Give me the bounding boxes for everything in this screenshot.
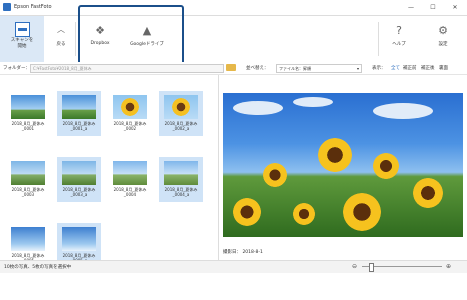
- photo-thumbnail[interactable]: 2018_8月_夏休み _0004: [108, 157, 152, 202]
- thumbnail-image: [11, 161, 45, 185]
- app-title: Epson FastFoto: [14, 4, 52, 10]
- scan-icon: [15, 22, 30, 37]
- thumbnail-caption-suffix: _0002: [123, 126, 137, 131]
- title-bar: Epson FastFoto — ☐ ✕: [0, 0, 467, 16]
- date-label: 撮影日：: [223, 250, 241, 255]
- thumbnail-image: [62, 227, 96, 251]
- sort-select[interactable]: ファイル名：昇順: [276, 64, 362, 73]
- close-button[interactable]: ✕: [447, 2, 463, 13]
- ribbon-divider: [75, 22, 76, 56]
- preview-pane: 撮影日： 2018-8-1: [219, 75, 467, 260]
- settings-label: 設定: [438, 42, 448, 47]
- preview-image: [223, 93, 463, 237]
- view-label: 表示：: [372, 66, 386, 71]
- folder-path-field[interactable]: C:¥FastFoto¥2018_8月_夏休み: [30, 64, 224, 73]
- photo-thumbnail[interactable]: 2018_8月_夏休み _0004_a: [159, 157, 203, 202]
- thumbnail-image: [164, 95, 198, 119]
- zoom-slider[interactable]: [362, 266, 442, 267]
- cloud-services-highlight: [78, 5, 184, 66]
- ribbon-divider-right: [378, 22, 379, 56]
- thumbnail-caption-suffix: _0003_a: [70, 192, 88, 197]
- help-label: ヘルプ: [392, 42, 406, 47]
- zoom-out-icon[interactable]: ⊖: [352, 263, 357, 270]
- photo-thumbnail[interactable]: 2018_8月_夏休み _0001_a: [57, 91, 101, 136]
- ribbon: スキャンを 開始 ︿ 戻る ❖ Dropbox ▲ Googleドライブ ? ヘル…: [0, 16, 467, 63]
- maximize-button[interactable]: ☐: [425, 2, 441, 13]
- minimize-button[interactable]: —: [403, 2, 419, 13]
- status-text: 10枚の写真、5枚の写真を選択中: [4, 265, 72, 270]
- question-icon: ?: [396, 24, 402, 37]
- thumbnail-image: [62, 161, 96, 185]
- folder-icon[interactable]: [226, 64, 236, 71]
- thumbnail-caption-suffix: _0004_a: [172, 192, 190, 197]
- thumbnail-caption-suffix: _0003: [21, 192, 35, 197]
- photo-thumbnail[interactable]: 2018_8月_夏休み _0001: [6, 91, 50, 136]
- thumbnail-grid: 2018_8月_夏休み _0001 2018_8月_夏休み _0001_a 2018_8…: [0, 75, 219, 268]
- gear-icon: ⚙: [438, 24, 448, 37]
- view-corrected-link[interactable]: 補正後: [421, 65, 435, 71]
- thumbnail-caption-suffix: _0001_a: [70, 126, 88, 131]
- zoom-slider-handle[interactable]: [369, 263, 374, 272]
- view-all-link[interactable]: 全て: [391, 65, 400, 71]
- settings-button[interactable]: ⚙ 設定: [428, 16, 458, 62]
- thumbnail-image: [113, 95, 147, 119]
- thumbnail-image: [113, 161, 147, 185]
- folder-label: フォルダー：: [3, 66, 30, 71]
- back-label: 戻る: [56, 42, 66, 47]
- thumbnail-image: [11, 227, 45, 251]
- app-icon: [3, 3, 11, 11]
- thumbnail-image: [11, 95, 45, 119]
- view-original-link[interactable]: 補正前: [403, 65, 417, 71]
- folder-toolbar: フォルダー： C:¥FastFoto¥2018_8月_夏休み 並べ替え： ファイ…: [0, 62, 467, 75]
- thumbnail-image: [62, 95, 96, 119]
- zoom-in-icon[interactable]: ⊕: [446, 263, 451, 270]
- date-value: 2018-8-1: [242, 250, 263, 255]
- thumbnail-caption-suffix: _0002_a: [172, 126, 190, 131]
- chevron-up-icon: ︿: [57, 25, 65, 34]
- status-bar: 10枚の写真、5枚の写真を選択中 ⊖ ⊕: [0, 260, 467, 273]
- photo-thumbnail[interactable]: 2018_8月_夏休み _0002: [108, 91, 152, 136]
- thumbnail-caption-suffix: _0004: [123, 192, 137, 197]
- thumbnail-image: [164, 161, 198, 185]
- photo-thumbnail[interactable]: 2018_8月_夏休み _0003: [6, 157, 50, 202]
- sort-label: 並べ替え：: [246, 66, 269, 71]
- view-back-link[interactable]: 裏面: [439, 65, 448, 71]
- thumbnail-caption-suffix: _0001: [21, 126, 35, 131]
- photo-thumbnail[interactable]: 2018_8月_夏休み _0002_a: [159, 91, 203, 136]
- start-scan-button[interactable]: スキャンを 開始: [0, 16, 44, 62]
- back-button[interactable]: ︿ 戻る: [50, 16, 72, 62]
- scan-label-line2: 開始: [17, 44, 27, 49]
- photo-thumbnail[interactable]: 2018_8月_夏休み _0003_a: [57, 157, 101, 202]
- scan-label-line1: スキャンを: [10, 38, 34, 43]
- help-button[interactable]: ? ヘルプ: [384, 16, 414, 62]
